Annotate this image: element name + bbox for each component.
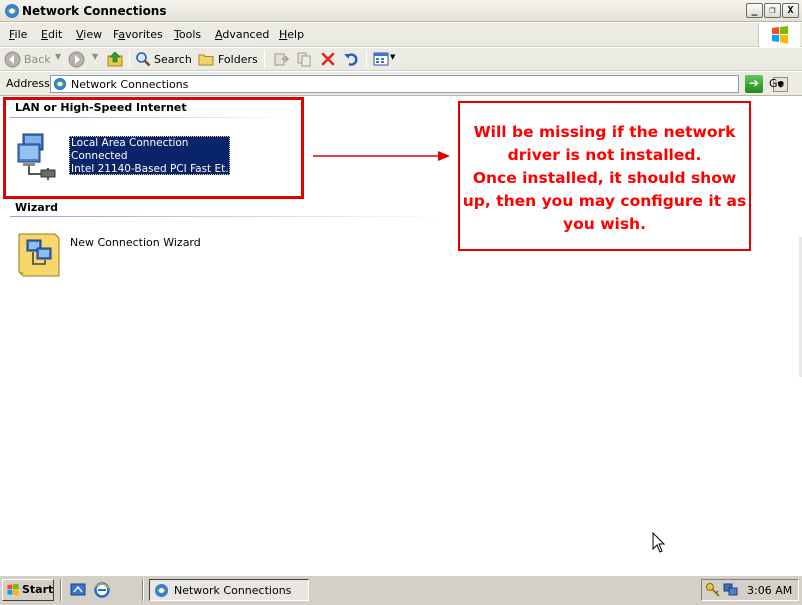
lan-item-label-selected[interactable]: Local Area Connection Connected Intel 21… <box>69 136 230 175</box>
folders-icon <box>198 54 214 66</box>
network-connections-icon <box>53 77 67 91</box>
start-button[interactable]: Start <box>2 579 54 601</box>
internet-explorer-icon[interactable] <box>94 582 110 598</box>
close-button[interactable]: X <box>782 3 799 18</box>
address-input[interactable]: Network Connections ▼ <box>50 75 788 93</box>
quicklaunch-separator <box>60 579 62 601</box>
annotation-arrow <box>313 151 450 161</box>
forward-arrow-icon[interactable] <box>68 51 85 68</box>
folders-button[interactable]: Folders <box>198 50 258 68</box>
annotation-line: up, then you may configure it as <box>462 192 747 210</box>
lan-group-heading: LAN or High-Speed Internet <box>15 101 187 114</box>
taskbar: Start Network Connections 3:06 AM <box>0 575 802 605</box>
security-keys-icon[interactable] <box>705 582 721 598</box>
new-connection-wizard-item[interactable]: New Connection Wizard <box>15 230 215 282</box>
title-bar[interactable]: Network Connections _ ❐ X <box>0 0 802 22</box>
up-folder-icon[interactable] <box>106 50 124 68</box>
group-divider <box>10 216 450 217</box>
lan-item-name: Local Area Connection <box>71 137 189 149</box>
annotation-line: Once installed, it should show <box>472 169 737 187</box>
address-label: Address <box>6 77 50 90</box>
back-button[interactable]: Back <box>4 51 52 68</box>
back-arrow-icon <box>4 51 21 68</box>
menu-view[interactable]: View <box>76 28 102 41</box>
minimize-button[interactable]: _ <box>746 3 763 18</box>
go-arrow-icon: ➔ <box>745 75 763 93</box>
views-icon <box>373 52 389 66</box>
annotation-box: Will be missing if the network driver is… <box>458 101 751 251</box>
delete-icon[interactable] <box>320 51 336 67</box>
back-label: Back <box>24 53 51 66</box>
go-label: Go <box>769 77 785 90</box>
taskbar-separator <box>142 579 144 601</box>
toolbar-separator <box>129 50 130 68</box>
search-button[interactable]: Search <box>135 50 192 68</box>
search-label: Search <box>154 53 192 66</box>
network-connections-icon <box>5 4 19 18</box>
menu-favorites[interactable]: Favorites <box>113 28 163 41</box>
system-tray: 3:06 AM <box>701 579 799 601</box>
menu-file[interactable]: File <box>9 28 27 41</box>
start-label: Start <box>22 583 54 596</box>
address-bar: Address Network Connections ▼ ➔ Go <box>0 72 802 96</box>
go-button[interactable]: ➔ Go <box>745 75 797 93</box>
search-icon <box>136 52 151 67</box>
views-dropdown-icon: ▼ <box>390 53 396 61</box>
folders-label: Folders <box>218 53 258 66</box>
menu-help[interactable]: Help <box>279 28 304 41</box>
undo-icon[interactable] <box>343 51 359 67</box>
window-title: Network Connections <box>22 4 167 18</box>
network-tray-icon[interactable] <box>723 582 739 598</box>
wizard-item-name: New Connection Wizard <box>70 236 201 249</box>
wizard-icon <box>18 233 60 277</box>
annotation-line: you wish. <box>563 215 646 233</box>
lan-item-device: Intel 21140-Based PCI Fast Et... <box>71 163 229 175</box>
lan-item-status: Connected <box>71 150 128 162</box>
windows-logo <box>758 23 800 47</box>
windows-flag-icon <box>772 26 788 44</box>
forward-dropdown-icon[interactable]: ▼ <box>92 52 98 61</box>
lan-connection-icon <box>17 133 56 180</box>
menu-edit[interactable]: Edit <box>41 28 62 41</box>
network-connections-icon <box>154 583 169 598</box>
annotation-text: Will be missing if the network driver is… <box>460 121 749 236</box>
toolbar: Back ▼ ▼ Search Folders ▼ <box>0 48 802 71</box>
toolbar-separator <box>264 50 265 68</box>
address-value: Network Connections <box>71 78 189 91</box>
wizard-group-heading: Wizard <box>15 201 59 214</box>
move-to-icon[interactable] <box>273 51 289 67</box>
toolbar-separator <box>366 50 367 68</box>
copy-to-icon[interactable] <box>296 51 312 67</box>
annotation-line: driver is not installed. <box>507 146 702 164</box>
taskbar-button-label: Network Connections <box>174 584 292 597</box>
back-dropdown-icon[interactable]: ▼ <box>55 52 61 61</box>
annotation-line: Will be missing if the network <box>473 123 736 141</box>
views-button[interactable]: ▼ <box>373 51 397 68</box>
folder-view[interactable]: LAN or High-Speed Internet Local Area Co… <box>0 97 802 575</box>
menu-advanced[interactable]: Advanced <box>215 28 269 41</box>
menu-tools[interactable]: Tools <box>174 28 201 41</box>
taskbar-button-network-connections[interactable]: Network Connections <box>149 579 309 601</box>
mouse-cursor-icon <box>652 532 666 553</box>
maximize-button[interactable]: ❐ <box>764 3 781 18</box>
show-desktop-icon[interactable] <box>70 582 86 598</box>
menu-bar: File Edit View Favorites Tools Advanced … <box>0 23 802 47</box>
clock: 3:06 AM <box>747 584 793 597</box>
windows-flag-icon <box>7 583 19 597</box>
group-divider <box>10 117 295 118</box>
